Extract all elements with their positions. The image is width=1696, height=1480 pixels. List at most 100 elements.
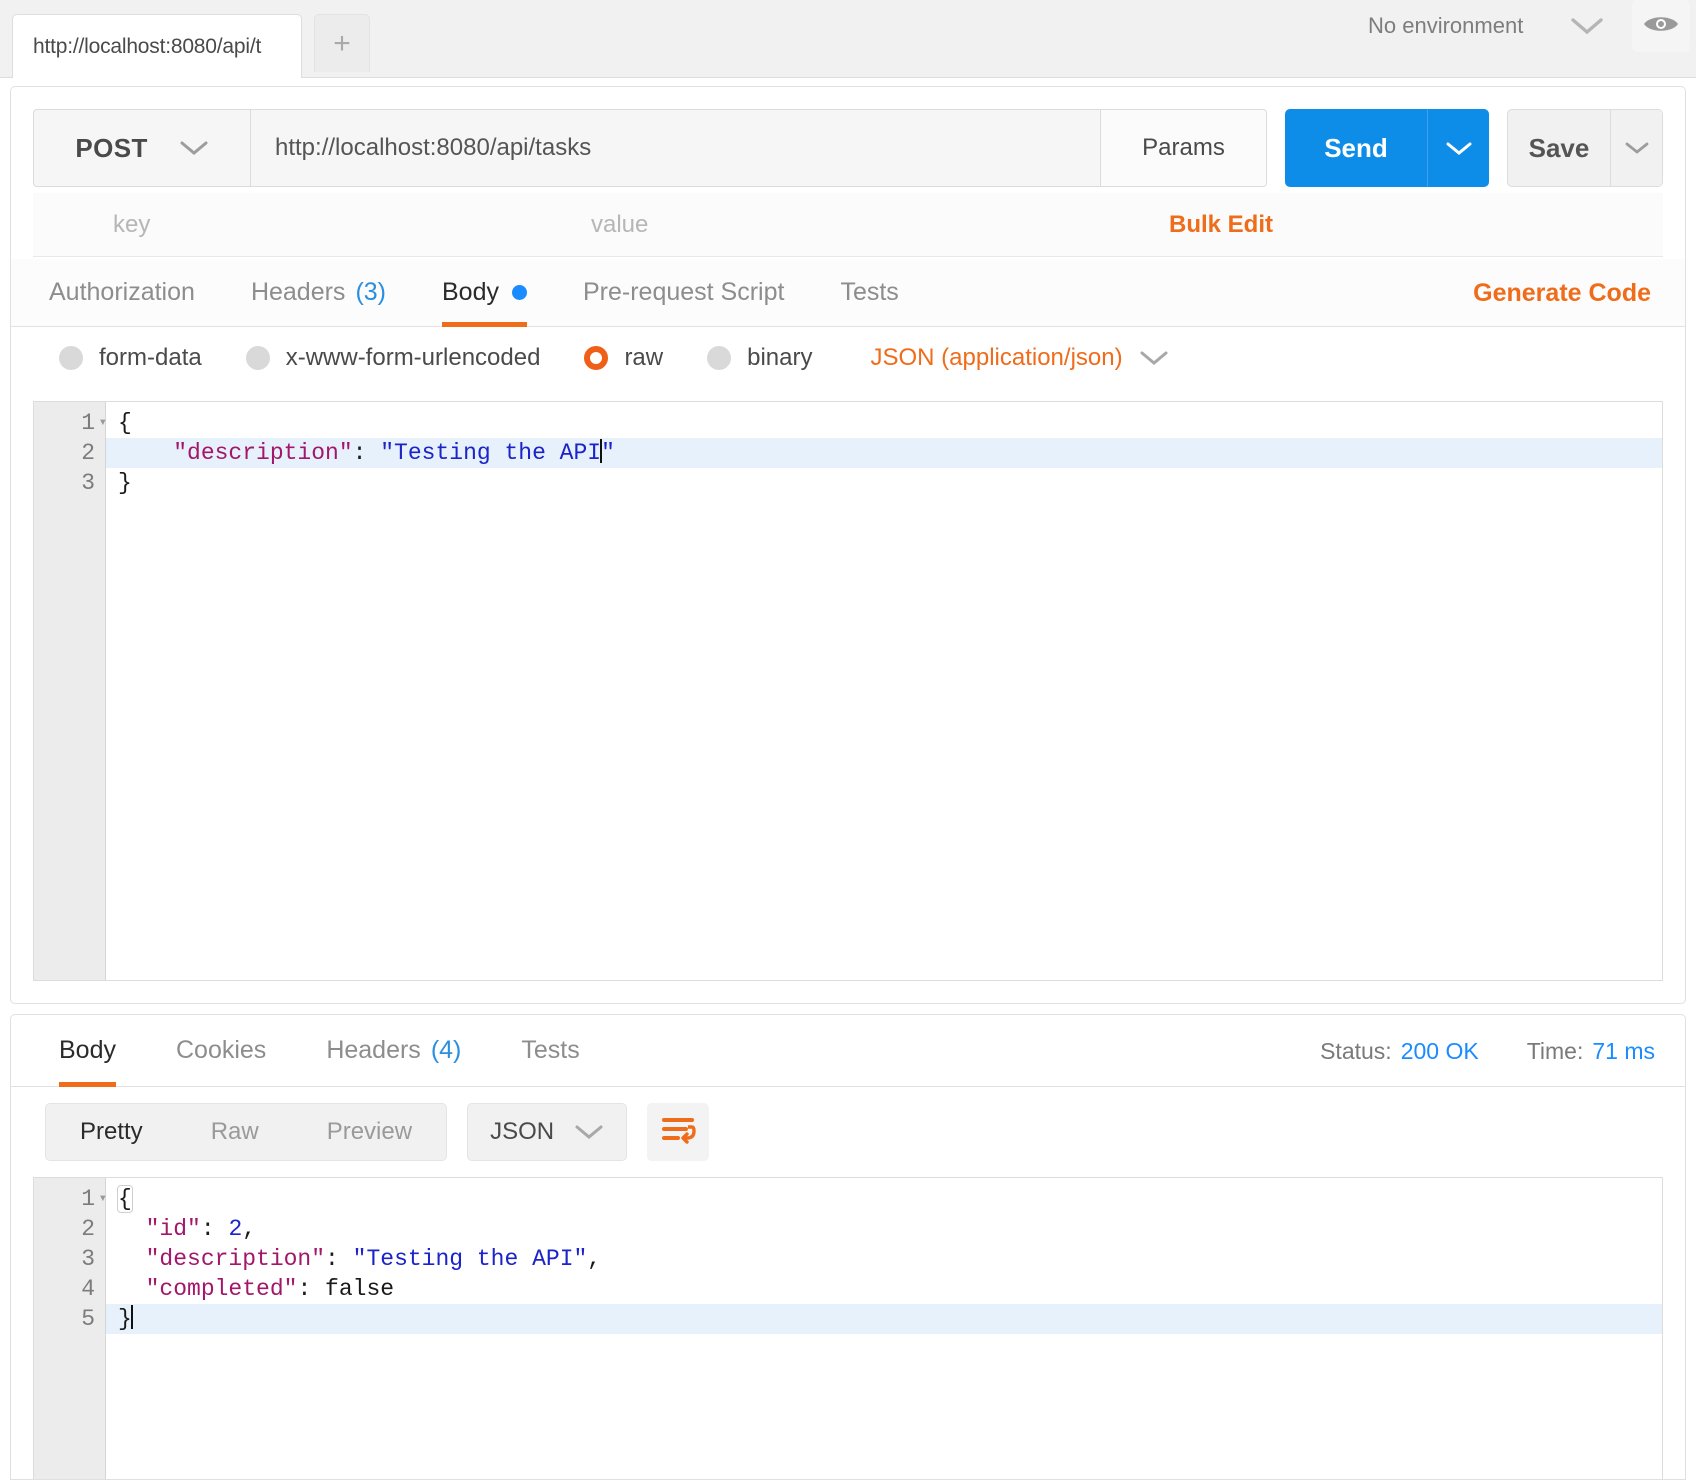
body-type-urlencoded[interactable]: x-www-form-urlencoded — [246, 344, 541, 372]
postman-app-window: http://localhost:8080/api/t + No environ… — [0, 0, 1696, 1480]
view-mode-label: Raw — [211, 1118, 259, 1146]
fold-icon[interactable]: ▾ — [93, 1184, 107, 1214]
code-token: , — [242, 1216, 256, 1242]
code-token: } — [118, 470, 132, 496]
line-number: 2 — [34, 1214, 105, 1244]
chevron-down-icon — [1624, 140, 1650, 156]
param-value-input[interactable]: value — [553, 211, 1169, 239]
send-button[interactable]: Send — [1285, 109, 1427, 187]
unsaved-dot-icon — [512, 285, 527, 300]
code-token-matching-brace: { — [118, 1186, 132, 1212]
tab-label: Pre-request Script — [583, 278, 784, 307]
radio-icon — [707, 346, 731, 370]
environment-selector[interactable]: No environment — [1348, 0, 1624, 52]
chevron-down-icon — [1139, 349, 1169, 367]
save-button[interactable]: Save — [1508, 110, 1610, 186]
code-line: } — [106, 468, 1662, 498]
code-line: { — [106, 1184, 1662, 1214]
chevron-down-icon — [574, 1123, 604, 1141]
view-mode-pretty[interactable]: Pretty — [46, 1104, 177, 1160]
code-token: : — [201, 1216, 229, 1242]
response-panel: Body Cookies Headers (4) Tests Status: 2… — [10, 1014, 1686, 1480]
radio-icon — [246, 346, 270, 370]
tab-label: Tests — [840, 278, 898, 307]
url-text: http://localhost:8080/api/tasks — [275, 134, 591, 162]
body-type-form-data[interactable]: form-data — [59, 344, 202, 372]
time-label: Time: — [1527, 1038, 1584, 1065]
response-tab-body[interactable]: Body — [59, 1015, 116, 1087]
response-tab-cookies[interactable]: Cookies — [176, 1015, 266, 1087]
save-label: Save — [1529, 133, 1590, 164]
text-cursor — [131, 1305, 133, 1329]
send-options-button[interactable] — [1427, 109, 1489, 187]
request-body-editor[interactable]: 1 ▾ 2 3 { "description": "Testing the AP… — [33, 401, 1663, 981]
tab-authorization[interactable]: Authorization — [49, 259, 195, 327]
view-mode-label: Preview — [327, 1118, 412, 1146]
word-wrap-button[interactable] — [647, 1103, 709, 1161]
code-token-string: "Testing the API — [380, 440, 601, 466]
fold-icon[interactable]: ▾ — [93, 408, 107, 438]
status-badge: 200 OK — [1401, 1038, 1479, 1065]
view-mode-group: Pretty Raw Preview — [45, 1103, 447, 1161]
response-format-selector[interactable]: JSON — [467, 1103, 627, 1161]
format-label: JSON — [490, 1118, 554, 1146]
line-number: 1 ▾ — [34, 1184, 105, 1214]
method-label: POST — [75, 133, 147, 164]
request-tab[interactable]: http://localhost:8080/api/t — [12, 14, 302, 78]
generate-code-link[interactable]: Generate Code — [1473, 259, 1651, 327]
response-tab-headers[interactable]: Headers (4) — [326, 1015, 461, 1087]
new-tab-button[interactable]: + — [314, 14, 370, 72]
content-type-selector[interactable]: JSON (application/json) — [870, 344, 1168, 372]
request-tabs: Authorization Headers (3) Body Pre-reque… — [11, 259, 1685, 327]
code-line: { — [106, 408, 1662, 438]
params-button[interactable]: Params — [1101, 109, 1267, 187]
radio-label: x-www-form-urlencoded — [286, 344, 541, 372]
body-type-row: form-data x-www-form-urlencoded raw bina… — [11, 327, 1685, 389]
code-token: : — [325, 1246, 353, 1272]
plus-icon: + — [333, 27, 351, 61]
tab-headers[interactable]: Headers (3) — [251, 259, 386, 327]
response-tabs: Body Cookies Headers (4) Tests Status: 2… — [11, 1015, 1685, 1087]
request-editor-gutter: 1 ▾ 2 3 — [34, 402, 106, 980]
response-meta: Status: 200 OK Time: 71 ms — [1320, 1015, 1655, 1087]
url-input[interactable]: http://localhost:8080/api/tasks — [251, 109, 1101, 187]
code-token: { — [118, 410, 132, 436]
code-token: } — [118, 1306, 132, 1332]
environment-quick-look-button[interactable] — [1632, 0, 1690, 52]
tab-body[interactable]: Body — [442, 259, 527, 327]
code-line: "completed": false — [106, 1274, 1662, 1304]
code-token-boolean: false — [325, 1276, 394, 1302]
code-token-string: " — [601, 440, 615, 466]
response-body-editor[interactable]: 1 ▾ 2 3 4 5 { "id": 2, "description": "T… — [33, 1177, 1663, 1479]
tab-pre-request-script[interactable]: Pre-request Script — [583, 259, 784, 327]
body-type-raw[interactable]: raw — [584, 344, 663, 372]
line-number: 3 — [34, 1244, 105, 1274]
tab-tests[interactable]: Tests — [840, 259, 898, 327]
view-mode-raw[interactable]: Raw — [177, 1104, 293, 1160]
view-mode-preview[interactable]: Preview — [293, 1104, 446, 1160]
line-number: 5 — [34, 1304, 105, 1334]
chevron-down-icon — [179, 139, 209, 157]
request-editor-code[interactable]: { "description": "Testing the API" } — [106, 402, 1662, 980]
param-key-input[interactable]: key — [33, 211, 553, 239]
chevron-down-icon — [1570, 16, 1604, 36]
tab-label: Cookies — [176, 1036, 266, 1065]
code-line: "description": "Testing the API" — [106, 438, 1662, 468]
code-token-key: "id" — [118, 1216, 201, 1242]
response-editor-code[interactable]: { "id": 2, "description": "Testing the A… — [106, 1178, 1662, 1479]
code-token-string: "Testing the API" — [353, 1246, 588, 1272]
body-type-binary[interactable]: binary — [707, 344, 812, 372]
method-selector[interactable]: POST — [33, 109, 251, 187]
response-editor-gutter: 1 ▾ 2 3 4 5 — [34, 1178, 106, 1479]
code-token-key: "description" — [118, 440, 353, 466]
tab-strip: http://localhost:8080/api/t + No environ… — [0, 0, 1696, 78]
code-token: , — [587, 1246, 601, 1272]
save-options-button[interactable] — [1610, 110, 1662, 186]
radio-label: binary — [747, 344, 812, 372]
content-type-label: JSON (application/json) — [870, 344, 1122, 372]
bulk-edit-link[interactable]: Bulk Edit — [1169, 211, 1663, 239]
params-label: Params — [1142, 134, 1225, 162]
send-button-group: Send — [1285, 109, 1489, 187]
response-tab-tests[interactable]: Tests — [521, 1015, 579, 1087]
radio-label: form-data — [99, 344, 202, 372]
